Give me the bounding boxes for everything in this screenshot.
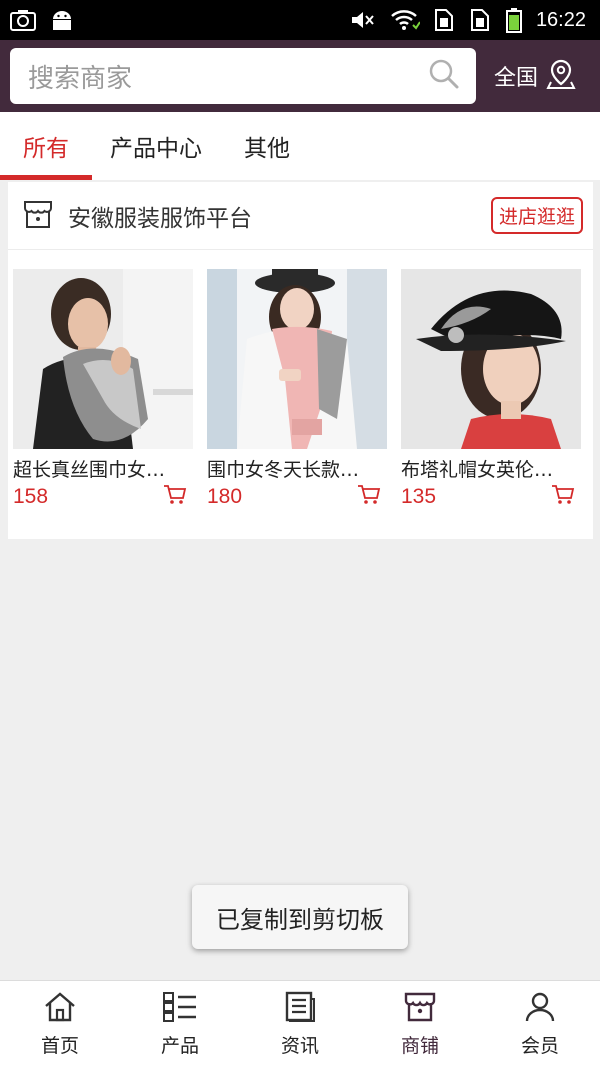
clock: 16:22 [535, 8, 586, 31]
shop-icon [403, 991, 437, 1027]
sim2-icon [470, 8, 492, 32]
user-icon [524, 991, 556, 1027]
product-image[interactable] [401, 269, 581, 449]
nav-member-label: 会员 [520, 1034, 559, 1057]
shop-icon [22, 198, 54, 234]
product-title[interactable]: 围巾女冬天长款… [207, 455, 387, 482]
product-item[interactable]: 布塔礼帽女英伦… 135 [401, 269, 581, 510]
mute-icon [350, 9, 376, 31]
header: 搜索商家 全国 [0, 40, 600, 112]
cart-icon[interactable] [551, 484, 575, 510]
search-placeholder: 搜索商家 [28, 63, 133, 94]
location-pin-icon [546, 58, 576, 94]
list-icon [162, 991, 198, 1027]
product-item[interactable]: 超长真丝围巾女… 158 [13, 269, 193, 510]
status-bar: 16:22 [0, 0, 600, 40]
nav-news-label: 资讯 [280, 1034, 319, 1057]
product-list: 超长真丝围巾女… 158 围巾女冬天长款… 180 布塔礼帽女英伦… 135 [8, 250, 593, 510]
region-selector[interactable]: 全国 [494, 58, 576, 94]
region-label: 全国 [494, 66, 539, 91]
sim1-icon [434, 8, 456, 32]
search-input[interactable]: 搜索商家 [10, 48, 476, 104]
product-item[interactable]: 围巾女冬天长款… 180 [207, 269, 387, 510]
category-tabs: 所有 产品中心 其他 [0, 112, 600, 180]
search-icon[interactable] [428, 58, 460, 94]
nav-shops-label: 商铺 [400, 1034, 439, 1057]
tab-all[interactable]: 所有 [0, 112, 92, 180]
product-title[interactable]: 超长真丝围巾女… [13, 455, 193, 482]
camera-icon [10, 9, 36, 31]
nav-home-label: 首页 [40, 1034, 79, 1057]
product-price: 135 [401, 485, 437, 508]
cart-icon[interactable] [357, 484, 381, 510]
nav-products[interactable]: 产品 [120, 981, 240, 1067]
battery-icon [505, 7, 522, 33]
tab-product-center[interactable]: 产品中心 [110, 112, 202, 180]
visit-store-button[interactable]: 进店逛逛 [490, 197, 583, 234]
nav-news[interactable]: 资讯 [240, 981, 360, 1067]
product-price: 180 [207, 485, 243, 508]
store-card: 安徽服装服饰平台 进店逛逛 超长真丝围巾女… 158 围巾女冬天长款… 180 … [8, 182, 593, 539]
product-image[interactable] [13, 269, 193, 449]
cart-icon[interactable] [163, 484, 187, 510]
bottom-nav: 首页 产品 资讯 商铺 会员 [0, 980, 600, 1067]
wifi-icon [390, 9, 420, 31]
android-icon [50, 8, 74, 32]
nav-shops[interactable]: 商铺 [360, 981, 480, 1067]
home-icon [43, 991, 77, 1027]
store-header: 安徽服装服饰平台 进店逛逛 [8, 182, 593, 250]
news-icon [284, 991, 316, 1027]
nav-products-label: 产品 [160, 1034, 199, 1057]
toast-message: 已复制到剪切板 [192, 885, 408, 949]
nav-member[interactable]: 会员 [480, 981, 600, 1067]
nav-home[interactable]: 首页 [0, 981, 120, 1067]
product-price: 158 [13, 485, 49, 508]
product-image[interactable] [207, 269, 387, 449]
product-title[interactable]: 布塔礼帽女英伦… [401, 455, 581, 482]
store-name[interactable]: 安徽服装服饰平台 [68, 199, 252, 233]
tab-other[interactable]: 其他 [244, 112, 290, 180]
